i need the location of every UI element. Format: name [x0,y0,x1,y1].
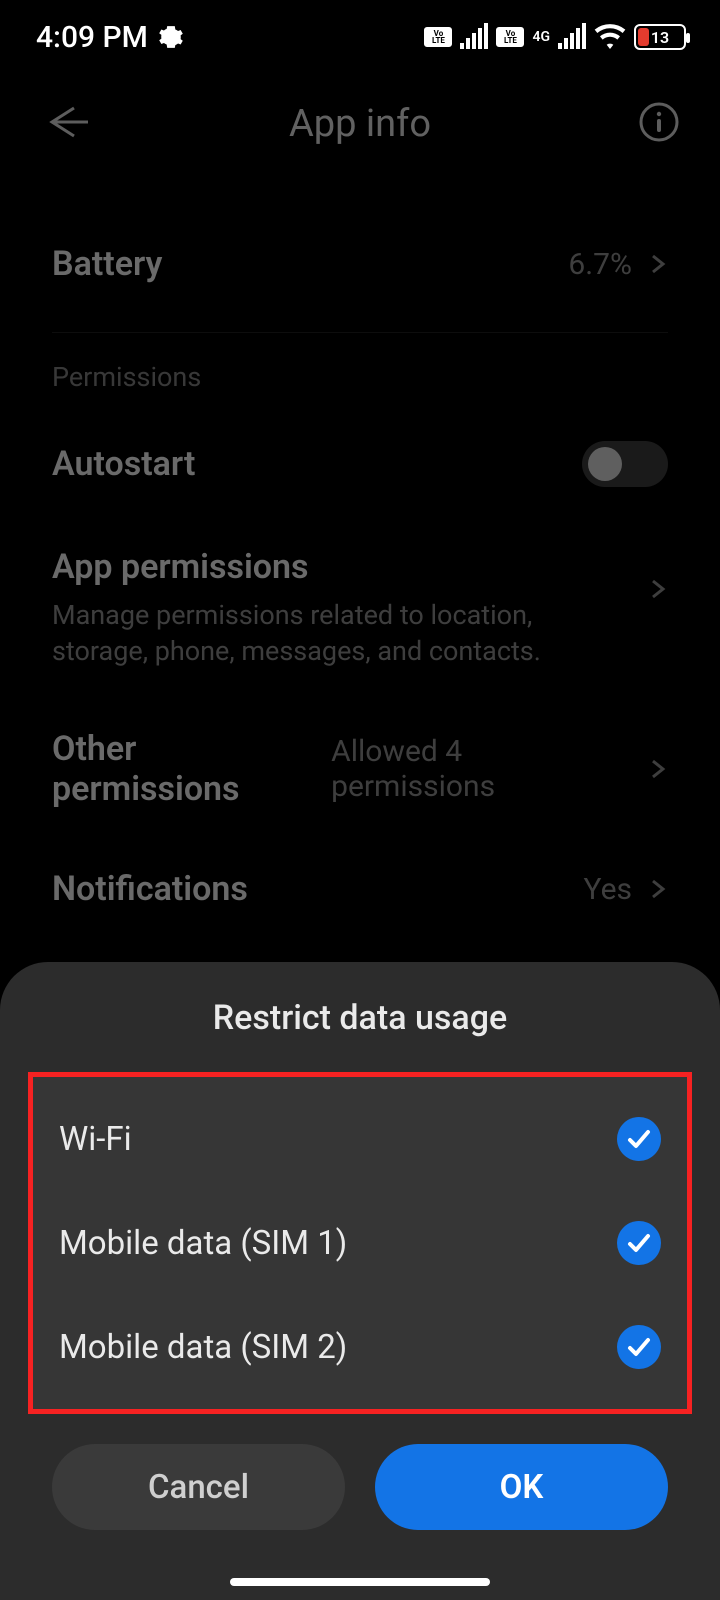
ok-button[interactable]: OK [375,1444,668,1530]
option-sim1-label: Mobile data (SIM 1) [59,1224,347,1263]
check-icon [617,1117,661,1161]
network-label: 4G [532,31,550,43]
wifi-icon [594,21,626,53]
signal-icon-1 [460,25,488,49]
check-icon [617,1325,661,1369]
option-sim2-label: Mobile data (SIM 2) [59,1328,347,1367]
home-indicator[interactable] [230,1578,490,1586]
restrict-data-sheet: Restrict data usage Wi-Fi Mobile data (S… [0,962,720,1600]
sheet-title: Restrict data usage [0,998,720,1038]
volte-icon-2: VoLTE [496,27,524,47]
option-wifi[interactable]: Wi-Fi [53,1087,667,1191]
cancel-button[interactable]: Cancel [52,1444,345,1530]
status-bar: 4:09 PM VoLTE VoLTE 4G 13 [0,0,720,74]
volte-icon-1: VoLTE [424,27,452,47]
options-highlight: Wi-Fi Mobile data (SIM 1) Mobile data (S… [28,1072,692,1414]
option-sim2[interactable]: Mobile data (SIM 2) [53,1295,667,1399]
option-sim1[interactable]: Mobile data (SIM 1) [53,1191,667,1295]
check-icon [617,1221,661,1265]
signal-icon-2 [558,25,586,49]
battery-percent: 13 [636,28,684,47]
clock: 4:09 PM [36,20,148,55]
option-wifi-label: Wi-Fi [59,1120,132,1159]
gear-icon [158,24,184,50]
battery-icon: 13 [634,24,686,50]
